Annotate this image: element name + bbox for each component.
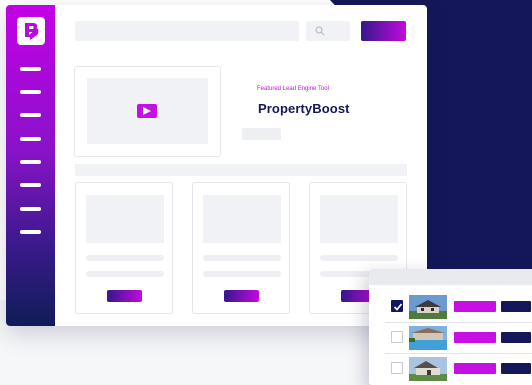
row-tag-navy	[501, 332, 531, 343]
product-card	[192, 182, 290, 314]
row-tag-magenta	[454, 332, 496, 343]
product-title: PropertyBoost	[258, 101, 350, 116]
title-placeholder-pill	[242, 128, 281, 140]
card-text-line	[203, 255, 281, 261]
app-window: Featured Lead Engine Tool PropertyBoost	[6, 5, 427, 326]
sidebar-item-8[interactable]	[20, 230, 41, 234]
play-button[interactable]	[137, 104, 157, 118]
section-divider-bar	[75, 164, 407, 176]
card-thumbnail	[86, 195, 164, 243]
card-text-line	[86, 255, 164, 261]
product-card	[75, 182, 173, 314]
video-thumbnail[interactable]	[87, 78, 208, 144]
search-icon	[315, 26, 325, 36]
panel-header	[369, 269, 532, 285]
primary-action-button[interactable]	[361, 21, 406, 41]
sidebar-item-6[interactable]	[20, 183, 41, 187]
search-button[interactable]	[306, 21, 350, 41]
card-text-line	[86, 271, 164, 277]
video-card	[74, 66, 221, 157]
sidebar	[6, 5, 55, 326]
card-thumbnail	[320, 195, 398, 243]
house-photo	[409, 295, 447, 319]
card-text-line	[203, 271, 281, 277]
sidebar-item-7[interactable]	[20, 207, 41, 211]
row-checkbox[interactable]	[391, 362, 403, 374]
checkmark-icon	[393, 303, 403, 311]
card-cta-button[interactable]	[107, 290, 142, 302]
card-cta-button[interactable]	[224, 290, 259, 302]
list-item[interactable]	[385, 323, 532, 352]
list-item[interactable]	[385, 292, 532, 321]
card-thumbnail	[203, 195, 281, 243]
sidebar-item-3[interactable]	[20, 113, 41, 117]
row-tag-magenta	[454, 363, 496, 374]
sidebar-item-5[interactable]	[20, 160, 41, 164]
house-photo	[409, 326, 447, 350]
house-photo	[409, 357, 447, 381]
row-checkbox[interactable]	[391, 300, 403, 312]
listings-panel	[369, 269, 532, 385]
sidebar-item-4[interactable]	[20, 137, 41, 141]
list-item[interactable]	[385, 354, 532, 383]
row-tag-navy	[501, 301, 531, 312]
card-text-line	[320, 255, 398, 261]
search-input[interactable]	[75, 21, 299, 41]
sidebar-item-2[interactable]	[20, 90, 41, 94]
sidebar-item-1[interactable]	[20, 67, 41, 71]
play-icon	[143, 107, 151, 115]
row-tag-magenta	[454, 301, 496, 312]
row-tag-navy	[501, 363, 531, 374]
featured-label: Featured Lead Engine Tool	[257, 86, 329, 92]
brand-logo-icon[interactable]	[17, 17, 45, 45]
row-checkbox[interactable]	[391, 331, 403, 343]
